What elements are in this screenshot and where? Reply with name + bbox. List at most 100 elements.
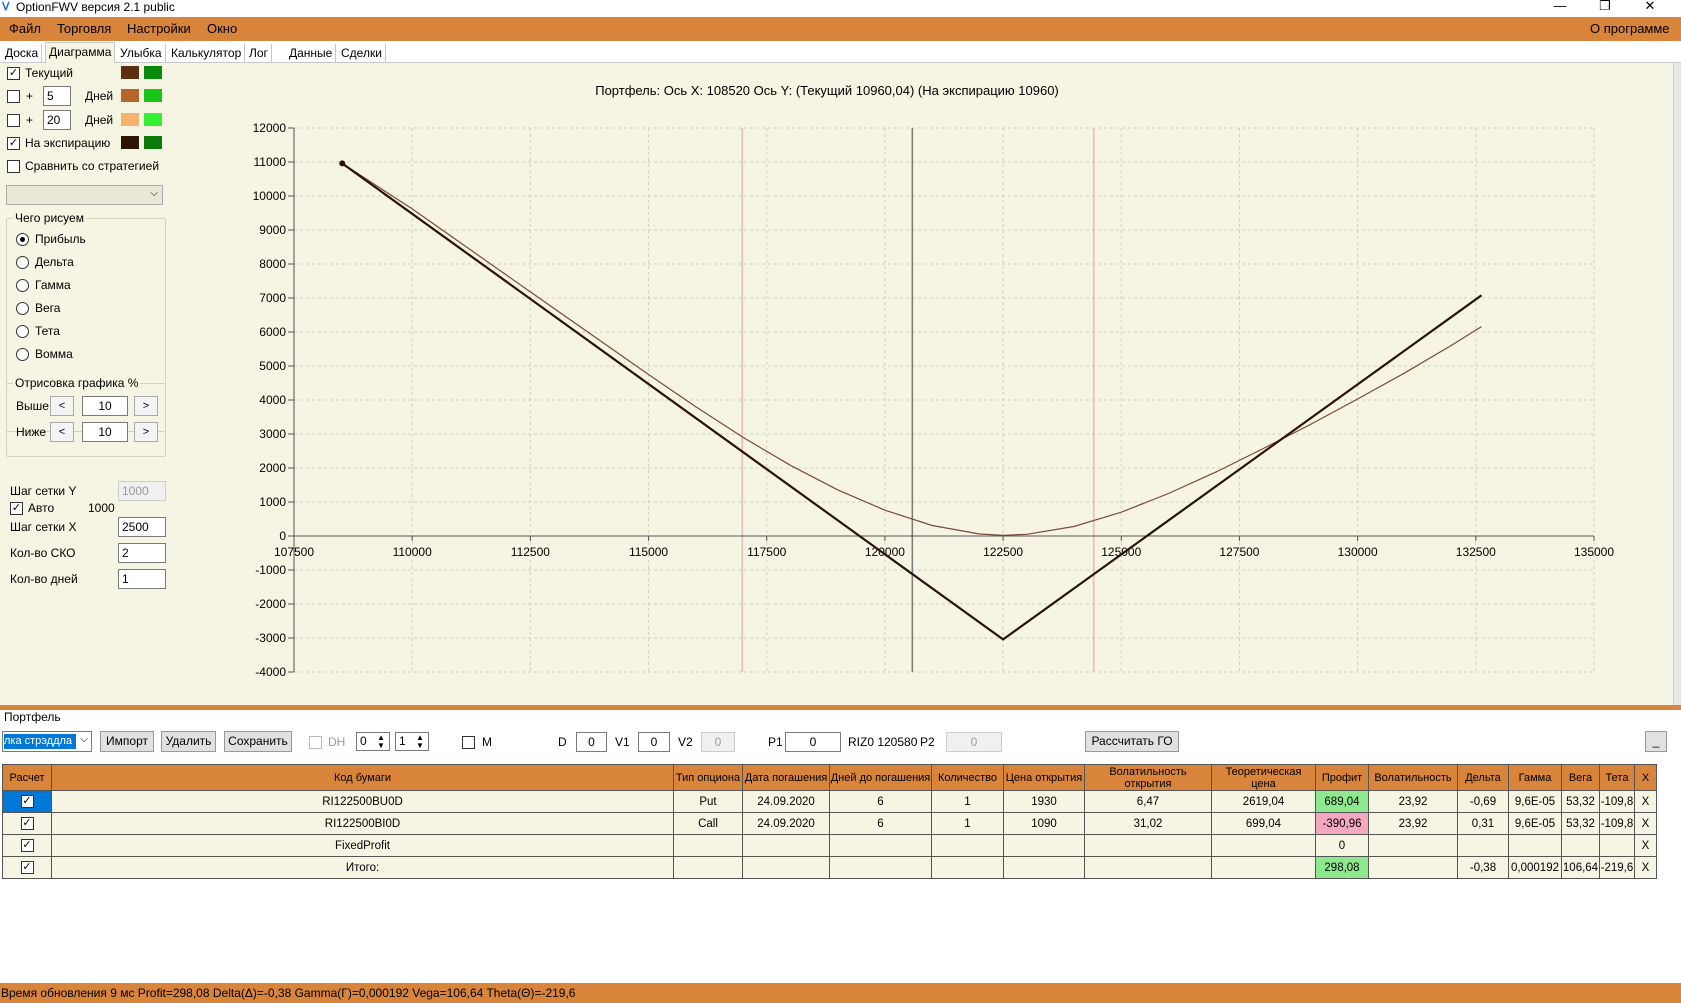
x-tick-label: 125000 [1101,545,1141,559]
row-remove-icon[interactable]: X [1634,856,1657,879]
menu-settings[interactable]: Настройки [127,20,191,37]
spin-updown-icon[interactable]: ▲ ▼ [416,734,424,750]
save-button[interactable]: Сохранить [224,731,292,752]
compare-checkbox[interactable] [7,160,20,173]
table-cell: -219,6 [1599,856,1635,879]
header-days-left[interactable]: Дней до погашения [829,764,932,791]
v2-input[interactable]: 0 [701,732,735,752]
tab-log[interactable]: Лог [246,44,272,63]
days5-input[interactable]: 5 [43,86,71,106]
header-vega[interactable]: Вега [1561,764,1600,791]
below-input[interactable]: 10 [82,422,128,442]
tab-calculator[interactable]: Калькулятор [168,44,246,63]
calc-go-button[interactable]: Рассчитать ГО [1085,731,1179,752]
below-increase-button[interactable]: > [134,422,158,442]
auto-checkbox[interactable]: ✓ [10,502,23,515]
header-vol[interactable]: Волатильность [1368,764,1458,791]
header-exp-date[interactable]: Дата погашения [742,764,830,791]
row-calc-cell[interactable]: ✓ [2,856,52,879]
p1-input[interactable]: 0 [785,732,841,752]
row-calc-cell[interactable]: ✓ [2,812,52,835]
row-calc-checkbox[interactable]: ✓ [20,817,34,830]
spin-updown-icon[interactable]: ▲ ▼ [377,734,385,750]
days5-checkbox[interactable] [7,90,20,103]
dh-checkbox[interactable] [309,736,322,749]
header-open-price[interactable]: Цена открытия [1003,764,1085,791]
current-color-a[interactable] [121,66,139,79]
row-calc-checkbox[interactable]: ✓ [20,795,34,808]
sko-input[interactable]: 2 [118,543,166,563]
header-delta[interactable]: Дельта [1457,764,1509,791]
delete-button[interactable]: Удалить [161,731,216,752]
days5-color-a[interactable] [121,89,139,102]
p2-input[interactable]: 0 [946,732,1002,752]
tab-smile[interactable]: Улыбка [117,44,166,63]
menu-about[interactable]: О программе [1590,20,1670,37]
header-type[interactable]: Тип опциона [673,764,743,791]
above-increase-button[interactable]: > [134,396,158,416]
menu-file[interactable]: Файл [9,20,41,37]
tab-data[interactable]: Данные [286,44,337,63]
below-decrease-button[interactable]: < [50,422,74,442]
v1-input[interactable]: 0 [638,732,670,752]
days20-color-b[interactable] [144,113,162,126]
radio-gamma[interactable] [16,279,29,292]
row-calc-checkbox[interactable]: ✓ [20,861,34,874]
strategy-compare-select[interactable]: ⌵ [6,185,163,205]
radio-delta[interactable] [16,256,29,269]
header-qty[interactable]: Количество [931,764,1004,791]
current-checkbox[interactable]: ✓ [7,67,20,80]
header-gamma[interactable]: Гамма [1508,764,1562,791]
tab-diagram[interactable]: Диаграмма [45,42,116,63]
x-tick-label: 120000 [865,545,905,559]
m-checkbox[interactable] [462,736,475,749]
close-icon[interactable]: ✕ [1635,0,1665,14]
row-calc-checkbox[interactable]: ✓ [20,839,34,852]
days20-color-a[interactable] [121,113,139,126]
header-theor-price[interactable]: Теоретическая цена [1211,764,1316,791]
radio-theta[interactable] [16,325,29,338]
restore-icon[interactable]: ❐ [1590,0,1620,14]
radio-vomma[interactable] [16,348,29,361]
radio-profit[interactable] [16,233,29,246]
header-open-vol[interactable]: Волатильность открытия [1084,764,1212,791]
days20-checkbox[interactable] [7,114,20,127]
menu-window[interactable]: Окно [207,20,237,37]
minimize-panel-button[interactable]: _ [1645,731,1667,752]
ndays-input[interactable]: 1 [118,569,166,589]
table-row[interactable]: ✓ RI122500BI0D Call 24.09.2020 6 1 1090 31,02 69… [2,812,1657,835]
row-remove-icon[interactable]: X [1634,790,1657,813]
table-row[interactable]: ✓ Итого: 298,08 -0,38 0,000192 106,64 -219,6 X [2,856,1657,879]
d-input[interactable]: 0 [576,732,607,752]
expiry-color-b[interactable] [144,136,162,149]
days20-input[interactable]: 20 [43,110,71,130]
splitter[interactable] [0,705,1681,710]
row-remove-icon[interactable]: X [1634,812,1657,835]
header-profit[interactable]: Профит [1315,764,1369,791]
above-decrease-button[interactable]: < [50,396,74,416]
row-remove-icon[interactable]: X [1634,834,1657,857]
grid-x-input[interactable]: 2500 [118,517,166,537]
radio-vega[interactable] [16,302,29,315]
days5-color-b[interactable] [144,89,162,102]
menu-trade[interactable]: Торговля [57,20,111,37]
row-calc-cell[interactable]: ✓ [2,834,52,857]
tab-deals[interactable]: Сделки [338,44,386,63]
header-theta[interactable]: Тета [1599,764,1635,791]
minimize-icon[interactable]: — [1545,0,1575,14]
header-calc[interactable]: Расчет [2,764,52,791]
table-row[interactable]: ✓ FixedProfit 0 X [2,834,1657,857]
grid-y-input[interactable]: 1000 [118,481,166,501]
strategy-select[interactable]: лка стрэддла ⌵ [2,731,92,752]
row-calc-cell[interactable]: ✓ [2,790,52,813]
import-button[interactable]: Импорт [100,731,154,752]
table-row[interactable]: ✓ RI122500BU0D Put 24.09.2020 6 1 1930 6,47 2619… [2,790,1657,813]
expiry-color-a[interactable] [121,136,139,149]
header-code[interactable]: Код бумаги [51,764,674,791]
vertical-scrollbar[interactable] [1673,63,1681,705]
above-input[interactable]: 10 [82,396,128,416]
tab-board[interactable]: Доска [2,44,43,63]
expiry-checkbox[interactable]: ✓ [7,137,20,150]
current-color-b[interactable] [144,66,162,79]
header-remove[interactable]: X [1634,764,1657,791]
